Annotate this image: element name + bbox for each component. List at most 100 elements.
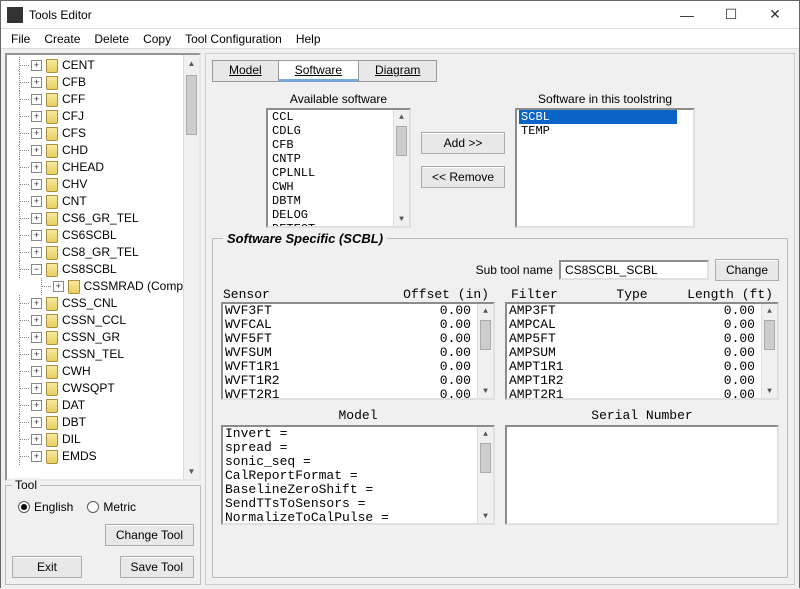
menu-tool-configuration[interactable]: Tool Configuration — [185, 32, 282, 46]
scroll-down-icon[interactable]: ▼ — [184, 463, 199, 479]
tree-item[interactable]: +CFS — [9, 125, 183, 142]
radio-metric[interactable]: Metric — [87, 500, 136, 514]
menu-delete[interactable]: Delete — [94, 32, 129, 46]
scroll-up-icon[interactable]: ▲ — [184, 55, 199, 71]
list-item[interactable]: sonic_seq = — [225, 455, 477, 469]
change-tool-button[interactable]: Change Tool — [105, 524, 194, 546]
expand-icon[interactable]: + — [31, 332, 42, 343]
model-list[interactable]: Invert =spread =sonic_seq =CalReportForm… — [221, 425, 495, 525]
tree-item[interactable]: +CFF — [9, 91, 183, 108]
tree-item[interactable]: +CSS_CNL — [9, 295, 183, 312]
tree-item[interactable]: +CWSQPT — [9, 380, 183, 397]
menu-create[interactable]: Create — [44, 32, 80, 46]
minimize-button[interactable]: — — [665, 1, 709, 29]
scroll-thumb[interactable] — [764, 320, 775, 350]
maximize-button[interactable]: ☐ — [709, 1, 753, 29]
expand-icon[interactable]: + — [31, 162, 42, 173]
table-row[interactable]: AMPSUM0.00 — [507, 346, 761, 360]
expand-icon[interactable]: + — [31, 383, 42, 394]
scroll-up-icon[interactable]: ▲ — [394, 110, 409, 124]
expand-icon[interactable]: + — [31, 451, 42, 462]
filter-table[interactable]: AMP3FT0.00AMPCAL0.00AMP5FT0.00AMPSUM0.00… — [505, 302, 779, 400]
filter-scrollbar[interactable]: ▲ ▼ — [761, 304, 777, 398]
menu-file[interactable]: File — [11, 32, 30, 46]
sensor-scrollbar[interactable]: ▲ ▼ — [477, 304, 493, 398]
list-item[interactable]: CWH — [270, 180, 393, 194]
expand-icon[interactable]: + — [53, 281, 64, 292]
add-button[interactable]: Add >> — [421, 132, 505, 154]
expand-icon[interactable]: + — [31, 247, 42, 258]
scroll-thumb[interactable] — [186, 75, 197, 135]
list-item[interactable]: DBTM — [270, 194, 393, 208]
tree-item[interactable]: +CFJ — [9, 108, 183, 125]
tab-diagram[interactable]: Diagram — [358, 60, 437, 82]
expand-icon[interactable]: + — [31, 145, 42, 156]
tree-item[interactable]: +CS8_GR_TEL — [9, 244, 183, 261]
list-item[interactable]: CCL — [270, 110, 393, 124]
list-item[interactable]: CFB — [270, 138, 393, 152]
available-scrollbar[interactable]: ▲ ▼ — [393, 110, 409, 226]
table-row[interactable]: WVFT2R10.00 — [223, 388, 477, 400]
list-item[interactable]: CDLG — [270, 124, 393, 138]
expand-icon[interactable]: + — [31, 400, 42, 411]
list-item[interactable]: NormalizeToCalPulse = — [225, 511, 477, 525]
expand-icon[interactable]: + — [31, 196, 42, 207]
tree-item[interactable]: +DBT — [9, 414, 183, 431]
tab-model[interactable]: Model — [212, 60, 279, 82]
scroll-down-icon[interactable]: ▼ — [478, 384, 493, 398]
list-item[interactable]: DELOG — [270, 208, 393, 222]
exit-button[interactable]: Exit — [12, 556, 82, 578]
remove-button[interactable]: << Remove — [421, 166, 505, 188]
table-row[interactable]: AMP3FT0.00 — [507, 304, 761, 318]
scroll-down-icon[interactable]: ▼ — [762, 384, 777, 398]
list-item[interactable]: spread = — [225, 441, 477, 455]
expand-icon[interactable]: + — [31, 111, 42, 122]
model-scrollbar[interactable]: ▲ ▼ — [477, 427, 493, 523]
tool-tree[interactable]: +CENT+CFB+CFF+CFJ+CFS+CHD+CHEAD+CHV+CNT+… — [5, 53, 201, 481]
expand-icon[interactable]: + — [31, 94, 42, 105]
scroll-up-icon[interactable]: ▲ — [478, 304, 493, 318]
tree-item[interactable]: +CHEAD — [9, 159, 183, 176]
table-row[interactable]: WVF5FT0.00 — [223, 332, 477, 346]
tree-item[interactable]: +CS6SCBL — [9, 227, 183, 244]
scroll-down-icon[interactable]: ▼ — [394, 212, 409, 226]
table-row[interactable]: AMP5FT0.00 — [507, 332, 761, 346]
list-item[interactable]: TEMP — [519, 124, 677, 138]
list-item[interactable]: CNTP — [270, 152, 393, 166]
expand-icon[interactable]: + — [31, 60, 42, 71]
expand-icon[interactable]: + — [31, 213, 42, 224]
change-button[interactable]: Change — [715, 259, 779, 281]
tree-item[interactable]: +EMDS — [9, 448, 183, 465]
list-item[interactable]: CalReportFormat = — [225, 469, 477, 483]
tree-item[interactable]: +CSSN_TEL — [9, 346, 183, 363]
expand-icon[interactable]: + — [31, 434, 42, 445]
table-row[interactable]: AMPT1R10.00 — [507, 360, 761, 374]
scroll-up-icon[interactable]: ▲ — [478, 427, 493, 441]
expand-icon[interactable]: + — [31, 230, 42, 241]
expand-icon[interactable]: + — [31, 349, 42, 360]
table-row[interactable]: WVFT1R20.00 — [223, 374, 477, 388]
scroll-thumb[interactable] — [480, 320, 491, 350]
tab-software[interactable]: Software — [278, 60, 359, 82]
table-row[interactable]: AMPT2R10.00 — [507, 388, 761, 400]
available-software-list[interactable]: CCLCDLGCFBCNTPCPLNLLCWHDBTMDELOGDETECT ▲… — [266, 108, 411, 228]
list-item[interactable]: BaselineZeroShift = — [225, 483, 477, 497]
close-button[interactable]: ✕ — [753, 1, 797, 29]
table-row[interactable]: WVFT1R10.00 — [223, 360, 477, 374]
tree-item[interactable]: +DAT — [9, 397, 183, 414]
tree-item[interactable]: +CHV — [9, 176, 183, 193]
tree-item[interactable]: +DIL — [9, 431, 183, 448]
table-row[interactable]: AMPCAL0.00 — [507, 318, 761, 332]
list-item[interactable]: SCBL — [519, 110, 677, 124]
table-row[interactable]: WVFCAL0.00 — [223, 318, 477, 332]
tree-item[interactable]: +CS6_GR_TEL — [9, 210, 183, 227]
list-item[interactable]: CPLNLL — [270, 166, 393, 180]
tree-scrollbar[interactable]: ▲ ▼ — [183, 55, 199, 479]
tree-item[interactable]: +CSSN_GR — [9, 329, 183, 346]
scroll-thumb[interactable] — [480, 443, 491, 473]
radio-english[interactable]: English — [18, 500, 73, 514]
tree-item[interactable]: +CENT — [9, 57, 183, 74]
toolstring-software-list[interactable]: SCBLTEMP — [515, 108, 695, 228]
scroll-thumb[interactable] — [396, 126, 407, 156]
scroll-down-icon[interactable]: ▼ — [478, 509, 493, 523]
